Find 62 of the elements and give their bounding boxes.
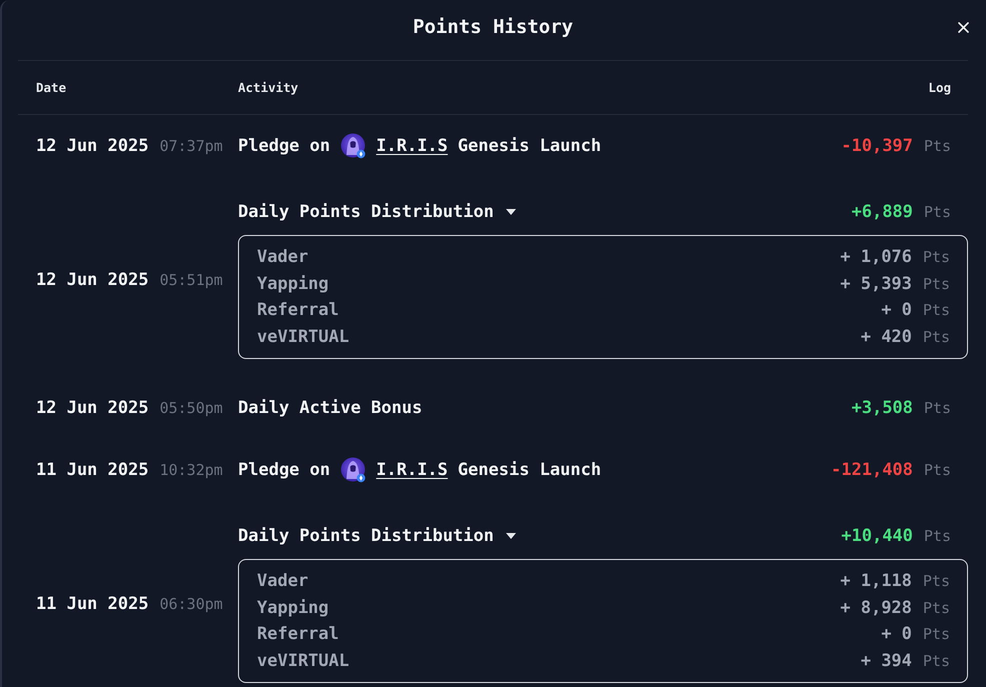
date-text: 11 Jun 2025 — [36, 460, 149, 480]
activity-text: Genesis Launch — [458, 460, 602, 480]
column-header: Activity — [238, 80, 300, 95]
points-unit: Pts — [924, 203, 951, 221]
breakdown-label: Vader — [257, 571, 308, 592]
time-text: 07:37pm — [160, 137, 223, 155]
breakdown-amount: + 0 — [881, 624, 912, 644]
breakdown-label: veVIRTUAL — [257, 650, 350, 671]
column-header: Date — [36, 80, 68, 95]
points-unit: Pts — [922, 248, 950, 266]
points-unit: Pts — [924, 399, 951, 417]
avatar-icon — [341, 457, 366, 483]
date-text: 12 Jun 2025 — [36, 398, 149, 418]
activity-text: Pledge on — [238, 136, 330, 156]
points-unit: Pts — [922, 274, 950, 293]
points-amount: +10,440 — [841, 526, 913, 546]
points-unit: Pts — [922, 301, 950, 320]
points-unit: Pts — [924, 137, 951, 155]
time-text: 06:30pm — [160, 594, 223, 612]
breakdown-label: Yapping — [257, 274, 329, 294]
points-unit: Pts — [922, 328, 950, 346]
distribution-toggle[interactable]: Daily Points Distribution — [238, 202, 516, 222]
points-amount: -121,408 — [831, 460, 913, 480]
distribution-toggle[interactable]: Daily Points Distribution — [238, 526, 516, 546]
breakdown-amount: + 8,928 — [840, 598, 912, 618]
points-unit: Pts — [922, 652, 950, 670]
breakdown-label: Referral — [257, 624, 339, 644]
breakdown-amount: + 5,393 — [840, 274, 912, 294]
breakdown-amount: + 1,076 — [840, 247, 912, 268]
time-text: 10:32pm — [160, 461, 223, 479]
project-link[interactable]: I.R.I.S — [376, 460, 448, 480]
date-text: 12 Jun 2025 — [36, 136, 149, 156]
breakdown-amount: + 420 — [860, 326, 912, 347]
points-unit: Pts — [922, 572, 950, 590]
points-unit: Pts — [922, 625, 950, 644]
close-icon — [958, 22, 968, 32]
avatar-icon — [341, 133, 366, 159]
date-text: 12 Jun 2025 — [36, 270, 149, 290]
points-unit: Pts — [924, 527, 951, 545]
time-text: 05:50pm — [160, 399, 223, 417]
breakdown-label: Referral — [257, 300, 339, 320]
activity-text: Pledge on — [238, 460, 330, 480]
date-text: 11 Jun 2025 — [36, 594, 149, 614]
activity-text: Daily Active Bonus — [238, 398, 422, 418]
points-amount: +6,889 — [851, 202, 913, 222]
dialog-title: Points History — [412, 15, 574, 39]
breakdown-label: Vader — [257, 247, 308, 268]
caret-icon — [506, 533, 516, 539]
breakdown-amount: + 1,118 — [840, 571, 912, 592]
breakdown-amount: + 0 — [881, 300, 912, 320]
project-link[interactable]: I.R.I.S — [376, 136, 448, 156]
time-text: 05:51pm — [160, 270, 223, 288]
activity-text: Genesis Launch — [458, 136, 602, 156]
points-amount: +3,508 — [851, 398, 913, 418]
points-unit: Pts — [924, 461, 951, 479]
points-amount: -10,397 — [841, 136, 913, 156]
breakdown-amount: + 394 — [860, 650, 912, 671]
breakdown-label: Yapping — [257, 598, 329, 618]
breakdown-label: veVIRTUAL — [257, 326, 350, 347]
caret-icon — [506, 209, 516, 215]
column-header: Log — [928, 80, 951, 95]
points-unit: Pts — [922, 598, 950, 617]
